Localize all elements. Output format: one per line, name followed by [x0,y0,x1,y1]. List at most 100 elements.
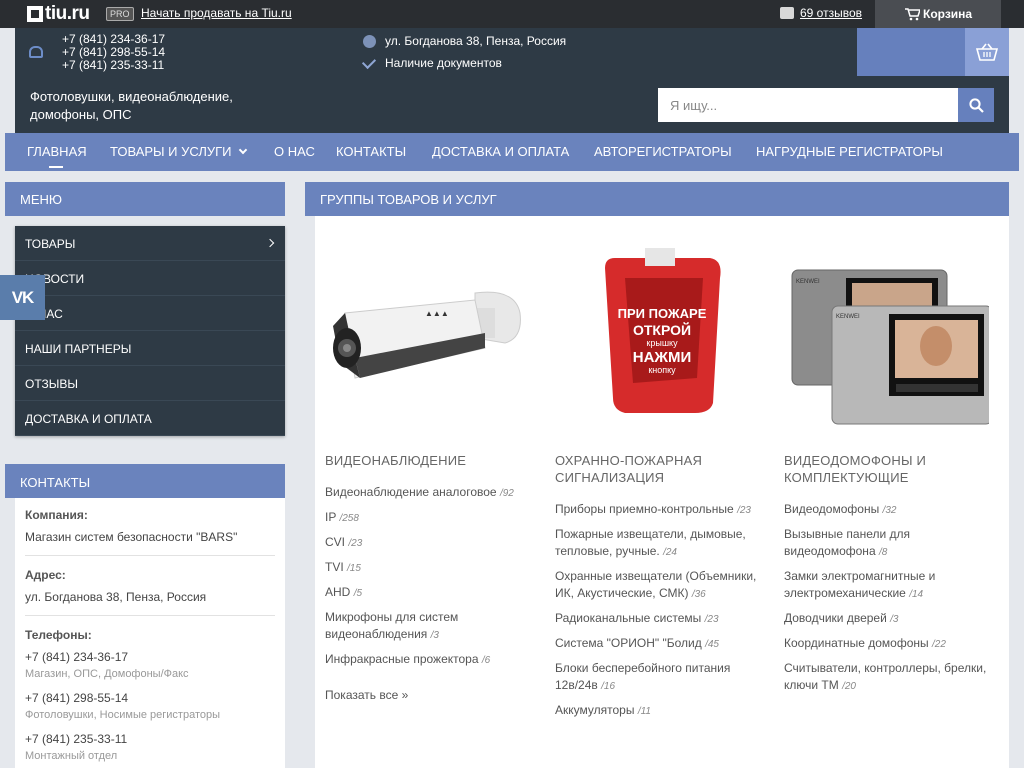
side-menu-item-partners[interactable]: Наши партнеры [15,331,285,366]
search-input[interactable] [658,88,958,122]
header-cart-button[interactable] [965,28,1009,76]
subcategory-count: /5 [353,588,363,599]
contacts-panel: Компания: Магазин систем безопасности "B… [15,498,285,768]
subcategory-link[interactable]: IP /258 [325,509,540,527]
subcategory-count: /258 [339,513,359,524]
subcategory-count: /8 [878,547,888,558]
fire-alarm-button-image[interactable]: ПРИ ПОЖАРЕ ОТКРОЙ крышку НАЖМИ кнопку [585,238,740,433]
nav-products-label: Товары и услуги [110,144,232,159]
subcategory-name: CVI [325,535,346,549]
subcategory-link[interactable]: Микрофоны для систем видеонаблюдения /3 [325,609,540,644]
subcategory-link[interactable]: Координатные домофоны /22 [784,635,999,653]
globe-icon [363,34,376,48]
subcategory-count: /6 [481,655,491,666]
start-selling-link[interactable]: Начать продавать на Tiu.ru [141,6,292,20]
nav-body-cams[interactable]: Нагрудные регистраторы [756,144,943,159]
vk-icon: VK [11,287,35,307]
subcategory-link[interactable]: Система "ОРИОН" "Болид /45 [555,635,775,653]
side-menu-item-about[interactable]: О нас [15,296,285,331]
subcategory-count: /3 [430,630,439,641]
subcategory-link[interactable]: CVI /23 [325,534,540,552]
subcategory-name: Приборы приемно-контрольные [555,502,734,516]
reviews-link[interactable]: 69 отзывов [780,6,862,20]
subcategory-link[interactable]: Радиоканальные системы /23 [555,610,775,628]
address-value: ул. Богданова 38, Пенза, Россия [25,590,207,604]
nav-delivery[interactable]: Доставка и оплата [432,144,569,159]
subcategory-name: Считыватели, контроллеры, брелки, ключи … [784,661,987,692]
nav-products[interactable]: Товары и услуги [110,144,247,159]
subcategory-name: AHD [325,585,351,599]
subcategory-count: /11 [637,706,651,717]
divider [25,555,275,556]
contact-phone-1[interactable]: +7 (841) 234-36-17 [25,650,275,664]
subcategory-name: Инфракрасные прожектора [325,652,479,666]
nav-home[interactable]: Главная [27,144,87,168]
contact-phone-2-note: Фотоловушки, Носимые регистраторы [25,709,221,721]
company-name: Магазин систем безопасности "BARS" [25,530,238,544]
top-cart-label: Корзина [923,7,973,21]
side-menu-item-reviews[interactable]: Отзывы [15,366,285,401]
subcategory-name: Система "ОРИОН" "Болид [555,636,702,650]
category-title[interactable]: Видеодомофоны и комплектующие [784,452,984,486]
intercom-image[interactable]: KENWEI KENWEI [784,238,989,433]
company-label: Компания: [25,508,88,522]
camera-image[interactable]: ▲▲▲ [325,238,530,433]
subcategory-count: /23 [348,538,363,549]
subcategory-link[interactable]: Приборы приемно-контрольные /23 [555,501,775,519]
search-button[interactable] [958,88,994,122]
subcategory-link[interactable]: Замки электромагнитные и электромеханиче… [784,568,999,603]
subcategory-link[interactable]: AHD /5 [325,584,540,602]
contact-phone-3[interactable]: +7 (841) 235-33-11 [25,732,275,746]
main-nav: Главная Товары и услуги О нас Контакты Д… [5,133,1019,171]
top-bar: tiu.ru PRO Начать продавать на Tiu.ru 69… [0,0,1024,28]
subcategory-link[interactable]: Инфракрасные прожектора /6 [325,651,540,669]
subcategory-link[interactable]: Считыватели, контроллеры, брелки, ключи … [784,660,999,695]
header-cart-panel[interactable] [857,28,965,76]
nav-dashcams[interactable]: Авторегистраторы [594,144,732,159]
contact-phone-2[interactable]: +7 (841) 298-55-14 [25,691,275,705]
subcategory-link[interactable]: Блоки бесперебойного питания 12в/24в /16 [555,660,775,695]
phone-icon [29,46,43,58]
pro-badge: PRO [106,7,134,21]
header-documents-text: Наличие документов [385,56,502,70]
subcategory-link[interactable]: Видеодомофоны /32 [784,501,999,519]
subcategory-link[interactable]: TVI /15 [325,559,540,577]
subcategory-link[interactable]: Вызывные панели для видеодомофона /8 [784,526,999,561]
svg-text:KENWEI: KENWEI [836,314,860,320]
side-menu-item-delivery[interactable]: Доставка и оплата [15,401,285,436]
subcategory-link[interactable]: Охранные извещатели (Объемники, ИК, Акус… [555,568,775,603]
subcategory-link[interactable]: Аккумуляторы /11 [555,702,775,720]
subcategory-count: /20 [842,681,856,692]
contacts-title: КОНТАКТЫ [5,464,285,498]
header-phone-3[interactable]: +7 (841) 235-33-11 [62,59,165,72]
header-documents[interactable]: Наличие документов [361,54,502,70]
show-all-link[interactable]: Показать все » [325,687,540,704]
double-chevron-right-icon: » [401,688,409,702]
subcategory-link[interactable]: Видеонаблюдение аналоговое /92 [325,484,540,502]
search-icon [968,97,984,113]
subcategory-link[interactable]: Доводчики дверей /3 [784,610,999,628]
product-groups: ▲▲▲ Видеонаблюдение Видеонаблюдение анал… [315,216,1009,768]
subcategory-list: Приборы приемно-контрольные /23 Пожарные… [555,501,775,727]
tiu-logo[interactable]: tiu.ru [27,4,90,24]
subcategory-count: /14 [909,589,924,600]
category-title[interactable]: Охранно-пожарная сигнализация [555,452,755,486]
subcategory-name: Блоки бесперебойного питания 12в/24в [555,661,731,692]
comment-icon [780,7,794,19]
nav-contacts[interactable]: Контакты [336,144,406,159]
subcategory-link[interactable]: Пожарные извещатели, дымовые, тепловые, … [555,526,775,561]
subcategory-count: /24 [663,547,677,558]
site-header: +7 (841) 234-36-17 +7 (841) 298-55-14 +7… [15,28,1009,133]
chevron-down-icon [238,145,247,155]
category-title[interactable]: Видеонаблюдение [325,452,525,469]
top-cart-button[interactable]: Корзина [875,0,1001,28]
svg-text:▲▲▲: ▲▲▲ [425,309,449,318]
vk-share-button[interactable]: VK [0,275,45,320]
side-menu-item-news[interactable]: Новости [15,261,285,296]
nav-about[interactable]: О нас [274,144,315,159]
logo-text: tiu.ru [45,3,90,24]
side-menu-item-products[interactable]: Товары [15,226,285,261]
sign-line-1: ПРИ ПОЖАРЕ [618,306,707,321]
check-icon [361,54,377,69]
subcategory-name: Пожарные извещатели, дымовые, тепловые, … [555,527,746,558]
